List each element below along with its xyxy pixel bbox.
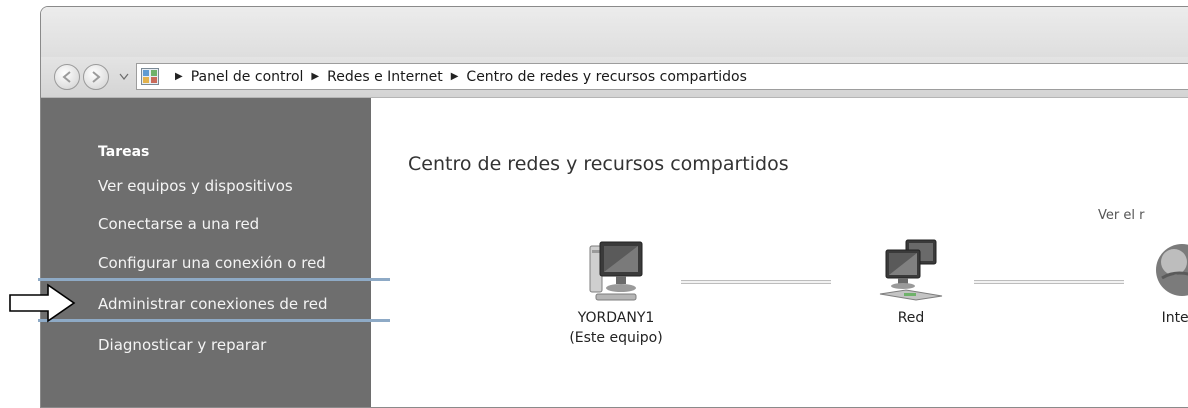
sidebar-item-manage-connections[interactable]: Administrar conexiones de red — [98, 295, 328, 313]
breadcrumb-separator-icon: ▶ — [311, 71, 320, 82]
breadcrumb-network-center[interactable]: Centro de redes y recursos compartidos — [466, 69, 746, 85]
tasks-sidebar: Tareas Ver equipos y dispositivos Conect… — [41, 98, 371, 407]
sidebar-item-view-devices[interactable]: Ver equipos y dispositivos — [98, 177, 293, 195]
breadcrumb-network-internet[interactable]: Redes e Internet — [327, 69, 443, 85]
internet-name-label: Inter — [1161, 310, 1188, 326]
network-node-network[interactable]: Red — [861, 238, 961, 328]
highlight-line-bottom — [38, 319, 390, 322]
chevron-down-icon — [119, 73, 129, 80]
address-bar[interactable]: ▶ Panel de control ▶ Redes e Internet ▶ … — [136, 63, 1188, 90]
network-node-internet[interactable]: Inter — [1143, 238, 1188, 328]
breadcrumb: ▶ Panel de control ▶ Redes e Internet ▶ … — [167, 64, 747, 89]
explorer-window: ▶ Panel de control ▶ Redes e Internet ▶ … — [40, 6, 1188, 408]
breadcrumb-separator-icon: ▶ — [450, 71, 459, 82]
sidebar-item-connect-network[interactable]: Conectarse a una red — [98, 215, 259, 233]
breadcrumb-separator-icon: ▶ — [175, 71, 183, 82]
network-icon — [879, 239, 943, 301]
sidebar-item-setup-connection[interactable]: Configurar una conexión o red — [98, 254, 326, 272]
tasks-heading: Tareas — [98, 144, 150, 160]
forward-button[interactable] — [83, 64, 109, 90]
computer-sub-label: (Este equipo) — [569, 330, 663, 346]
control-panel-icon — [141, 68, 159, 85]
internet-globe-icon — [1156, 244, 1188, 296]
page-title: Centro de redes y recursos compartidos — [408, 153, 789, 175]
sidebar-item-diagnose-repair[interactable]: Diagnosticar y reparar — [98, 336, 266, 354]
navigation-bar: ▶ Panel de control ▶ Redes e Internet ▶ … — [41, 57, 1188, 98]
computer-name-label: YORDANY1 — [577, 310, 655, 326]
network-node-computer[interactable]: YORDANY1 (Este equipo) — [546, 238, 686, 348]
pointer-arrow-icon — [9, 283, 76, 323]
connection-line — [681, 280, 831, 284]
back-arrow-icon — [62, 71, 71, 83]
connection-line — [974, 280, 1124, 284]
highlight-line-top — [38, 278, 390, 281]
recent-pages-button[interactable] — [117, 69, 131, 83]
back-button[interactable] — [54, 64, 80, 90]
network-name-label: Red — [897, 310, 925, 326]
view-full-map-link[interactable]: Ver el r — [1098, 208, 1144, 223]
breadcrumb-control-panel[interactable]: Panel de control — [191, 69, 304, 85]
title-bar — [41, 7, 1188, 57]
main-content: Centro de redes y recursos compartidos V… — [371, 98, 1188, 407]
forward-arrow-icon — [92, 71, 101, 83]
computer-icon — [589, 241, 643, 301]
